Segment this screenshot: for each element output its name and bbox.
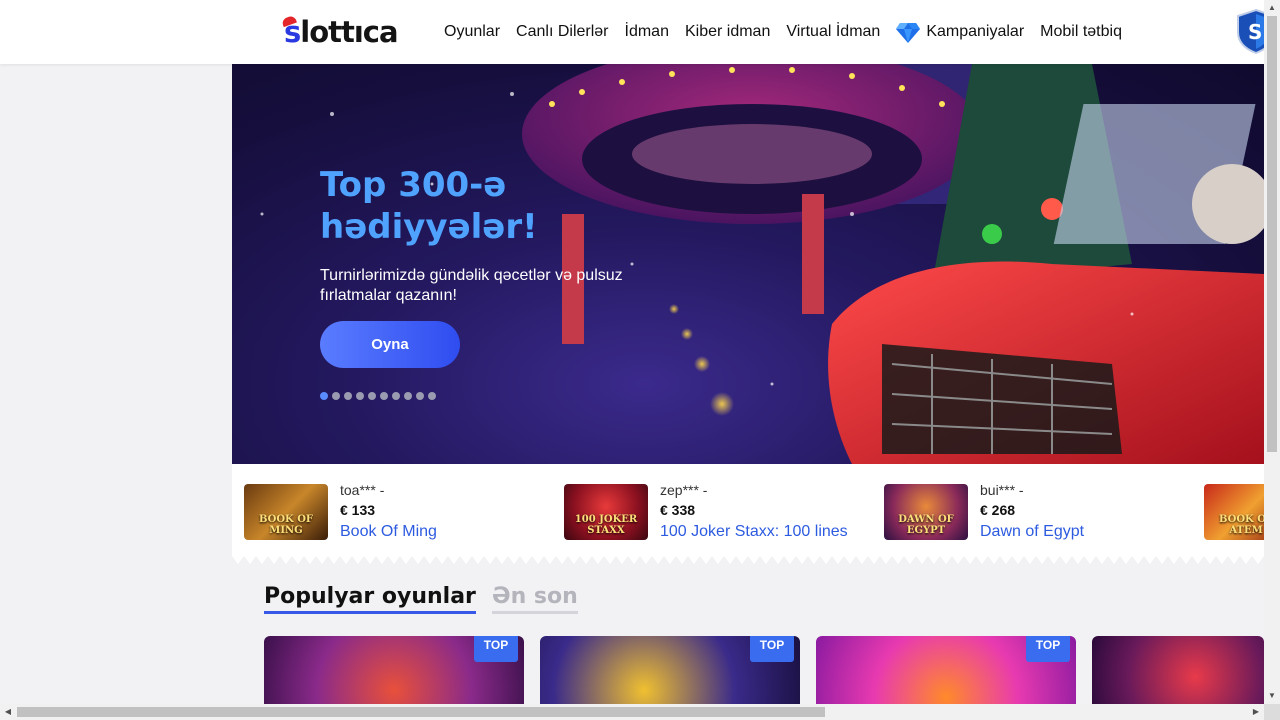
winner-game-link[interactable]: Dawn of Egypt	[980, 522, 1084, 542]
scroll-left-icon[interactable]: ◀	[0, 704, 16, 720]
winner-game-link[interactable]: 100 Joker Staxx: 100 lines	[660, 522, 848, 542]
nav-mobile-app[interactable]: Mobil tətbiq	[1040, 23, 1122, 41]
logo-text: lott	[300, 15, 355, 49]
tab-latest[interactable]: Ən son	[491, 584, 578, 614]
thumbnail-label: BOOK OF MING	[258, 514, 314, 536]
game-card[interactable]: TOP	[264, 636, 524, 704]
hero-illustration	[260, 64, 1264, 464]
main-nav: Oyunlar Canlı Dilerlər İdman Kiber idman…	[444, 0, 1138, 64]
game-card[interactable]: TOP	[540, 636, 800, 704]
thumbnail-label: BOOK OF ATEM	[1218, 514, 1264, 536]
scroll-right-icon[interactable]: ▶	[1248, 704, 1264, 720]
winner-amount: € 133	[340, 502, 376, 518]
top-badge: TOP	[474, 636, 518, 662]
winner-game-link[interactable]: Book Of Ming	[340, 522, 437, 542]
winner-amount: € 268	[980, 502, 1016, 518]
winner-user: bui*** -	[980, 482, 1024, 498]
slider-dot[interactable]	[320, 392, 328, 400]
slider-dot[interactable]	[404, 392, 412, 400]
nav-games[interactable]: Oyunlar	[444, 23, 500, 41]
slider-dot[interactable]	[380, 392, 388, 400]
svg-text:S: S	[1248, 20, 1262, 44]
games-tabs: Populyar oyunlar Ən son	[264, 584, 578, 614]
slider-dot[interactable]	[332, 392, 340, 400]
slider-dot[interactable]	[416, 392, 424, 400]
winner-user: toa*** -	[340, 482, 385, 498]
slider-dot[interactable]	[392, 392, 400, 400]
slider-dot[interactable]	[368, 392, 376, 400]
slider-dot[interactable]	[428, 392, 436, 400]
slider-dot[interactable]	[344, 392, 352, 400]
hero-banner[interactable]: Top 300-ə hədiyyələr! Turnirlərimizdə gü…	[232, 64, 1264, 464]
scrollbar-thumb[interactable]	[1267, 16, 1277, 452]
vertical-scrollbar[interactable]: ▲ ▼	[1264, 0, 1280, 704]
slider-dots	[320, 392, 436, 400]
game-thumbnail[interactable]: BOOK OF ATEM	[1204, 484, 1264, 540]
logo-letter-s: s	[284, 15, 301, 49]
nav-promotions[interactable]: Kampaniyalar	[896, 21, 1024, 43]
hero-subtitle: Turnirlərimizdə gündəlik qəcetlər və pul…	[320, 267, 623, 304]
slider-dot[interactable]	[356, 392, 364, 400]
nav-virtual-sport[interactable]: Virtual İdman	[786, 23, 880, 41]
nav-promotions-label: Kampaniyalar	[926, 23, 1025, 40]
nav-live-dealers[interactable]: Canlı Dilerlər	[516, 23, 608, 41]
game-thumbnail[interactable]: 100 JOKER STAXX	[564, 484, 648, 540]
game-card[interactable]	[1092, 636, 1264, 704]
top-header: s lott ıca Oyunlar Canlı Dilerlər İdman Ki…	[0, 0, 1275, 64]
recent-winners: BOOK OF MING toa*** - € 133 Book Of Ming…	[232, 464, 1264, 556]
winner-user: zep*** -	[660, 482, 708, 498]
scroll-up-icon[interactable]: ▲	[1264, 0, 1280, 16]
thumbnail-label: 100 JOKER STAXX	[574, 514, 638, 536]
game-thumbnail[interactable]: BOOK OF MING	[244, 484, 328, 540]
winner-item: 100 JOKER STAXX zep*** - € 338 100 Joker…	[564, 482, 848, 542]
horizontal-scrollbar[interactable]: ◀ ▶	[0, 704, 1264, 720]
diamond-icon	[896, 23, 921, 43]
game-thumbnail[interactable]: DAWN OF EGYPT	[884, 484, 968, 540]
top-badge: TOP	[1026, 636, 1070, 662]
scrollbar-thumb[interactable]	[17, 707, 825, 717]
zigzag-divider	[232, 556, 1264, 564]
play-button[interactable]: Oyna	[320, 321, 460, 368]
nav-sport[interactable]: İdman	[625, 23, 669, 41]
thumbnail-label: DAWN OF EGYPT	[898, 514, 954, 536]
top-badge: TOP	[750, 636, 794, 662]
logo-text-end: ıca	[353, 15, 399, 49]
hero-title: Top 300-ə hədiyyələr!	[320, 165, 538, 247]
winner-item: BOOK OF MING toa*** - € 133 Book Of Ming	[244, 482, 437, 542]
nav-esports[interactable]: Kiber idman	[685, 23, 770, 41]
winner-item: DAWN OF EGYPT bui*** - € 268 Dawn of Egy…	[884, 482, 1084, 542]
tab-popular-games[interactable]: Populyar oyunlar	[264, 584, 476, 614]
game-card[interactable]: TOP	[816, 636, 1076, 704]
winner-amount: € 338	[660, 502, 696, 518]
slottica-logo[interactable]: s lott ıca	[284, 14, 399, 50]
scrollbar-corner	[1264, 704, 1280, 720]
scroll-down-icon[interactable]: ▼	[1264, 688, 1280, 704]
winner-item: BOOK OF ATEM	[1204, 484, 1264, 540]
